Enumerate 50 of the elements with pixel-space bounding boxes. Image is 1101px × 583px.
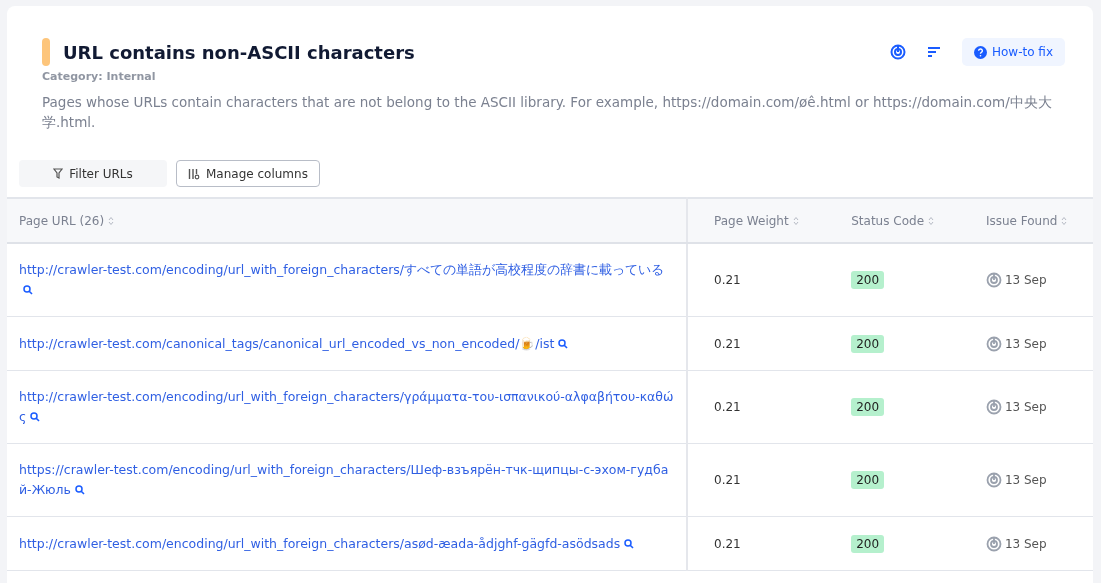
filter-icon [53, 168, 64, 179]
radar-icon[interactable] [889, 44, 906, 60]
columns-icon [188, 167, 200, 180]
status-badge: 200 [851, 271, 885, 289]
radar-icon [985, 272, 1002, 288]
issue-date: 13 Sep [1004, 400, 1047, 414]
column-header[interactable]: Page URL (26) [7, 198, 687, 243]
search-icon[interactable] [23, 285, 33, 295]
weight-value: 0.21 [714, 336, 741, 351]
sort-arrows-icon [108, 215, 115, 226]
sort-arrows-icon [792, 215, 799, 226]
sort-arrows-icon [928, 215, 934, 226]
page-title: URL contains non-ASCII characters [63, 41, 415, 63]
status-badge: 200 [851, 471, 885, 489]
status-badge: 200 [851, 398, 885, 416]
status-badge: 200 [851, 334, 885, 353]
issue-date: 13 Sep [1004, 336, 1047, 351]
url-link[interactable]: http://crawler-test.com/encoding/url_with_foreign_characters/asød-æada-ådjghf-gägfd-asödsads [19, 533, 674, 554]
status-badge: 200 [851, 534, 885, 553]
url-link[interactable]: http://crawler-test.com/canonical_tags/canonical_url_encoded_vs_non_encoded/🍺/ist [19, 333, 674, 354]
issue-date: 13 Sep [1004, 473, 1047, 487]
column-header[interactable]: Issue Found [959, 198, 1093, 243]
radar-icon [985, 399, 1002, 415]
radar-icon [985, 535, 1002, 552]
column-header[interactable]: Page Weight [687, 198, 826, 243]
issue-date: 13 Sep [1004, 536, 1047, 551]
manage-columns-button[interactable]: Manage columns [176, 160, 320, 187]
sort-icon[interactable] [927, 47, 940, 57]
weight-value: 0.21 [714, 400, 741, 414]
issue-date: 13 Sep [1004, 273, 1047, 287]
weight-value: 0.21 [714, 473, 741, 487]
issue-description: Pages whose URLs contain characters that are not belong to the ASCII library. For example, https://domain.com/øê.html or https://domain.com/中央大学.html. [42, 93, 1053, 132]
column-header[interactable]: Status Code [825, 198, 960, 243]
how-to-fix-button[interactable]: How-to fix [961, 38, 1065, 66]
url-link[interactable]: https://crawler-test.com/encoding/url_with_foreign_characters/Шеф-взъярён-тчк-щипцы-с-эхом-гудбай-Жюль [19, 460, 674, 500]
radar-icon [985, 472, 1002, 488]
category-label: Category: Internal [42, 70, 157, 83]
sort-arrows-icon [1061, 215, 1068, 226]
search-icon[interactable] [30, 412, 41, 422]
accent-marker [42, 38, 50, 66]
filter-urls-button[interactable]: Filter URLs [19, 160, 167, 187]
weight-value: 0.21 [714, 536, 741, 551]
search-icon[interactable] [624, 538, 635, 549]
url-link[interactable]: http://crawler-test.com/encoding/url_with_foreign_characters/γράμματα-του-ισπανικού-αλφαβήτου-καθώς [19, 387, 674, 427]
url-link[interactable]: http://crawler-test.com/encoding/url_with_foreign_characters/すべての単語が高校程度の辞書に載っている [19, 260, 674, 300]
search-icon[interactable] [75, 485, 85, 495]
search-icon[interactable] [558, 338, 569, 349]
help-icon [973, 45, 987, 59]
weight-value: 0.21 [714, 273, 741, 287]
radar-icon [985, 335, 1002, 352]
